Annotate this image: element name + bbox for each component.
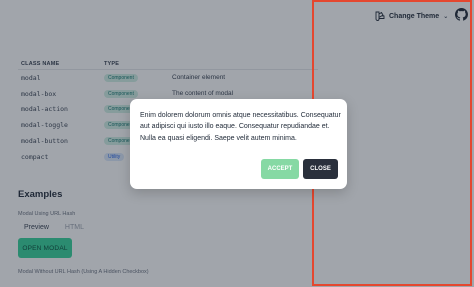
accept-button[interactable]: ACCEPT <box>261 159 299 179</box>
modal-box: Enim dolorem dolorum omnis atque necessi… <box>130 99 347 189</box>
modal-text: Enim dolorem dolorum omnis atque necessi… <box>140 112 341 142</box>
close-button[interactable]: CLOSE <box>303 159 338 179</box>
